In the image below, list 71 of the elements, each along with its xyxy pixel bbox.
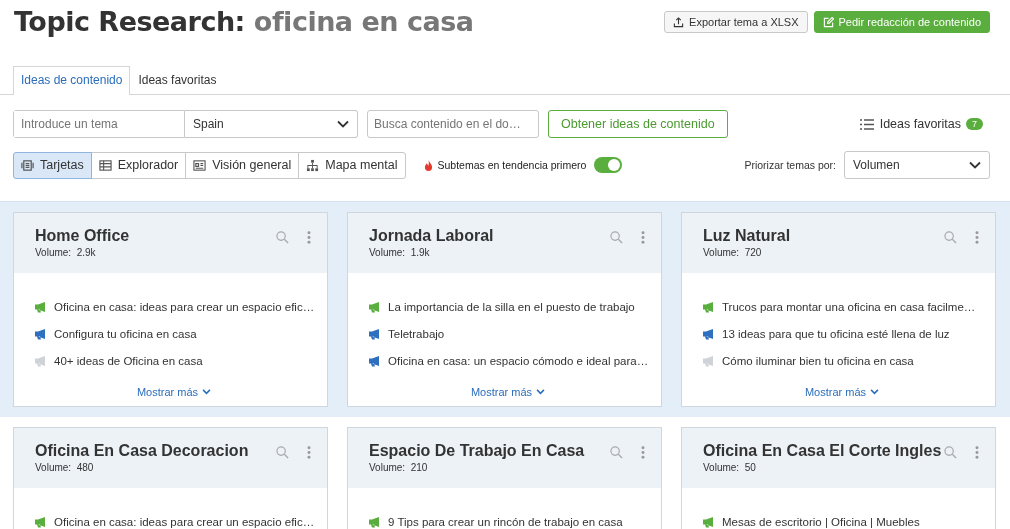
volume-text: Volume: 720 <box>703 247 763 258</box>
more-icon[interactable] <box>641 446 645 459</box>
favorites-count: 7 <box>966 118 983 130</box>
volume-text: Volume: 2.9k <box>35 247 97 258</box>
content-idea[interactable]: Oficina en casa: un espacio cómodo e ideal para… <box>388 354 649 367</box>
search-icon[interactable] <box>610 231 623 244</box>
tab[interactable]: Ideas de contenido <box>13 66 131 95</box>
search-icon[interactable] <box>944 446 957 459</box>
chevron-down-icon <box>337 120 349 128</box>
content-idea[interactable]: Mesas de escritorio | Oficina | Muebles <box>722 515 920 528</box>
more-icon[interactable] <box>975 446 979 459</box>
content-idea[interactable]: Teletrabajo <box>388 327 445 340</box>
export-button[interactable]: Exportar tema a XLSX <box>664 11 808 33</box>
content-idea[interactable]: La importancia de la silla en el puesto de trabajo <box>388 300 635 313</box>
card-title: Home Office <box>35 227 131 245</box>
content-idea[interactable]: Configura tu oficina en casa <box>54 327 197 340</box>
card-title: Oficina En Casa El Corte Ingles <box>703 442 943 460</box>
content-idea[interactable]: 40+ ideas de Oficina en casa <box>54 354 203 367</box>
volume-text: Volume: 50 <box>703 462 757 473</box>
content-idea[interactable]: Oficina en casa: ideas para crear un espacio efic… <box>54 300 315 313</box>
list-icon <box>859 118 874 130</box>
show-more-link[interactable]: Mostrar más <box>470 386 546 398</box>
trending-label: Subtemas en tendencia primero <box>437 159 587 171</box>
more-icon[interactable] <box>307 231 311 244</box>
card-title: Oficina En Casa Decoracion <box>35 442 250 460</box>
view-tab[interactable]: Visión general <box>185 151 300 179</box>
upload-icon <box>673 16 685 28</box>
page-title: Topic Research: <box>14 6 245 37</box>
overview-icon <box>193 158 207 172</box>
chevron-down-icon <box>536 389 546 395</box>
table-icon <box>98 158 112 172</box>
view-tab[interactable]: Tarjetas <box>13 151 92 179</box>
sort-label: Priorizar temas por: <box>744 159 836 171</box>
topic-name: oficina en casa <box>253 6 474 37</box>
more-icon[interactable] <box>975 231 979 244</box>
content-idea[interactable]: Trucos para montar una oficina en casa facilme… <box>722 300 976 313</box>
card-title: Luz Natural <box>703 227 792 245</box>
more-icon[interactable] <box>641 231 645 244</box>
country-select[interactable]: Spain <box>185 110 358 138</box>
more-icon[interactable] <box>307 446 311 459</box>
flame-icon <box>423 159 433 171</box>
show-more-link[interactable]: Mostrar más <box>136 386 212 398</box>
volume-text: Volume: 480 <box>35 462 95 473</box>
chevron-down-icon <box>969 161 981 169</box>
content-idea[interactable]: 13 ideas para que tu oficina esté llena de luz <box>722 327 950 340</box>
chevron-down-icon <box>202 389 212 395</box>
show-more-link[interactable]: Mostrar más <box>804 386 880 398</box>
tab[interactable]: Ideas favoritas <box>130 66 225 94</box>
domain-search-field[interactable]: Busca contenido en el do… <box>367 110 539 138</box>
content-idea[interactable]: Cómo iluminar bien tu oficina en casa <box>722 354 914 367</box>
sitemap-icon <box>306 158 320 172</box>
search-icon[interactable] <box>276 446 289 459</box>
sort-select[interactable]: Volumen <box>844 151 990 179</box>
trending-toggle[interactable] <box>594 157 623 173</box>
search-icon[interactable] <box>276 231 289 244</box>
view-tab[interactable]: Mapa mental <box>298 151 406 179</box>
edit-icon <box>822 16 834 28</box>
chevron-down-icon <box>870 389 880 395</box>
cards-icon <box>21 158 34 172</box>
search-icon[interactable] <box>610 446 623 459</box>
get-ideas-button[interactable]: Obtener ideas de contenido <box>548 110 728 138</box>
card-title: Espacio De Trabajo En Casa <box>369 442 586 460</box>
card-title: Jornada Laboral <box>369 227 495 245</box>
volume-text: Volume: 210 <box>369 462 429 473</box>
view-tab[interactable]: Explorador <box>90 151 187 179</box>
topic-field[interactable]: Introduce un tema <box>13 110 185 138</box>
volume-text: Volume: 1.9k <box>369 247 431 258</box>
content-idea[interactable]: Oficina en casa: ideas para crear un espacio efic… <box>54 515 315 528</box>
content-idea[interactable]: 9 Tips para crear un rincón de trabajo en casa <box>388 515 623 528</box>
search-icon[interactable] <box>944 231 957 244</box>
favorites-button[interactable]: Ideas favoritas <box>859 117 961 131</box>
